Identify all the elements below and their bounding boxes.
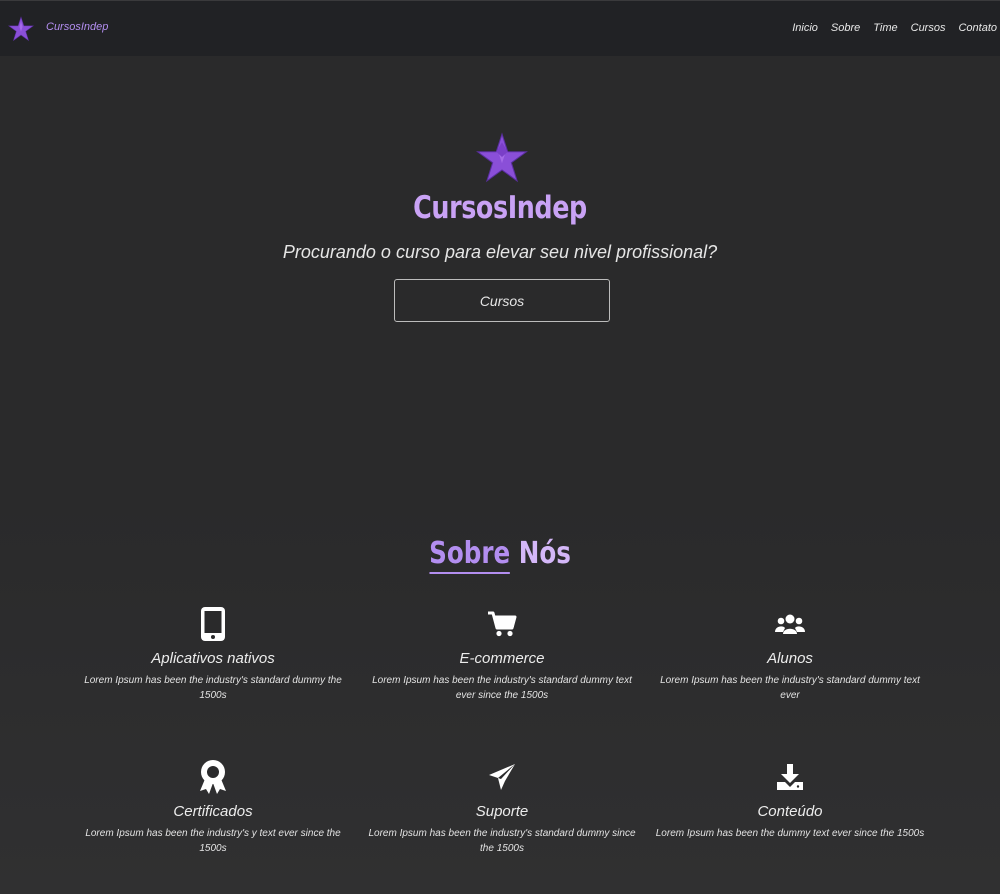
cart-icon <box>357 604 647 644</box>
about-title: Sobre Nós <box>90 536 910 574</box>
star-logo-icon <box>8 15 34 41</box>
feature-title: Alunos <box>767 650 813 667</box>
feature-text: Lorem Ipsum has been the industry's stan… <box>660 675 920 701</box>
download-icon <box>645 757 935 797</box>
feature-title: Suporte <box>475 803 529 820</box>
users-icon <box>645 604 935 644</box>
hero-subtitle: Procurando o curso para elevar seu nivel… <box>282 242 718 262</box>
nav-links: Inicio Sobre Time Cursos Contato <box>779 22 1000 34</box>
feature-text: Lorem Ipsum has been the dummy text ever… <box>655 828 925 839</box>
feature-item: Suporte Lorem Ipsum has been the industr… <box>357 757 647 856</box>
feature-title: Aplicativos nativos <box>151 650 275 667</box>
navbar: CursosIndep Inicio Sobre Time Cursos Con… <box>0 0 1000 56</box>
feature-title: Conteúdo <box>757 803 823 820</box>
feature-item: Alunos Lorem Ipsum has been the industry… <box>645 604 935 703</box>
feature-item: E-commerce Lorem Ipsum has been the indu… <box>357 604 647 703</box>
nav-link-contato[interactable]: Contato <box>958 22 997 34</box>
nav-link-time[interactable]: Time <box>873 22 897 34</box>
feature-item: Conteúdo Lorem Ipsum has been the dummy … <box>645 757 935 841</box>
feature-text: Lorem Ipsum has been the industry's stan… <box>372 675 632 701</box>
about-title-part1: Sobre <box>429 536 511 574</box>
feature-item: Aplicativos nativos Lorem Ipsum has been… <box>68 604 358 703</box>
brand[interactable]: CursosIndep <box>0 15 108 42</box>
about-section: Sobre Nós Aplicativos nativos Lorem Ipsu… <box>0 496 1000 894</box>
certificate-icon <box>68 757 358 797</box>
feature-item: Certificados Lorem Ipsum has been the in… <box>68 757 358 856</box>
nav-link-inicio[interactable]: Inicio <box>792 22 818 34</box>
feature-title: Certificados <box>173 803 253 820</box>
feature-title: E-commerce <box>459 650 545 667</box>
brand-name[interactable]: CursosIndep <box>46 21 108 33</box>
nav-link-cursos[interactable]: Cursos <box>911 22 946 34</box>
feature-text: Lorem Ipsum has been the industry's y te… <box>85 828 341 854</box>
nav-link-sobre[interactable]: Sobre <box>831 22 860 34</box>
hero-title: CursosIndep <box>413 190 587 226</box>
feature-text: Lorem Ipsum has been the industry's stan… <box>368 828 636 854</box>
mobile-icon <box>68 604 358 644</box>
cursos-button[interactable]: Cursos <box>394 279 610 322</box>
paper-plane-icon <box>357 757 647 797</box>
star-logo-icon <box>476 132 528 183</box>
hero-section: CursosIndep Procurando o curso para elev… <box>0 56 1000 496</box>
about-title-part2: Nós <box>518 536 571 571</box>
feature-text: Lorem Ipsum has been the industry's stan… <box>84 675 342 701</box>
